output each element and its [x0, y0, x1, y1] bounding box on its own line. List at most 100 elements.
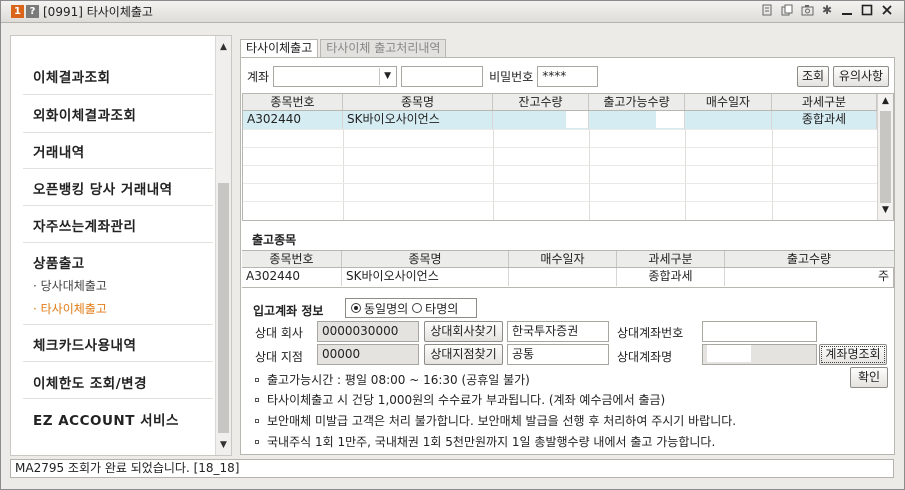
confirm-button[interactable]: 확인 — [850, 367, 888, 388]
row-line — [243, 129, 877, 130]
help-badge[interactable]: ? — [26, 5, 39, 18]
account-select[interactable]: ▼ — [273, 66, 398, 87]
divider — [23, 398, 213, 399]
bullet-icon — [255, 440, 259, 444]
app-window: 1 ? [0991] 타사이체출고 ✱ 이체결과조회 외화이체결과조회 거래내역… — [0, 0, 905, 490]
notice-button[interactable]: 유의사항 — [833, 66, 889, 87]
col-buy-date: 매수일자 — [509, 251, 617, 267]
col-tax: 과세구분 — [617, 251, 725, 267]
divider — [23, 168, 213, 169]
masked-value — [849, 268, 871, 285]
col-available: 출고가능수량 — [589, 94, 685, 110]
minimize-icon[interactable] — [840, 3, 854, 17]
sidebar-item-transfer-limit[interactable]: 이체한도 조회/변경 — [33, 372, 147, 392]
note-item: 출고가능시간 : 평일 08:00 ~ 16:30 (공휴일 불가) — [255, 371, 530, 388]
close-icon[interactable] — [880, 3, 894, 17]
firm-name-field: 한국투자증권 — [507, 321, 609, 342]
acct-no-input[interactable] — [702, 321, 817, 342]
table-row[interactable]: A302440 SK바이오사이언스 종합과세 — [243, 111, 877, 129]
radio-other-owner[interactable] — [412, 303, 423, 313]
sidebar-item-fx-transfer-result[interactable]: 외화이체결과조회 — [33, 104, 136, 124]
tab-panel: 계좌 ▼ 비밀번호 **** 조회 유의사항 종목번호 종목명 잔고수량 출고가… — [240, 57, 895, 455]
note-icon[interactable] — [760, 3, 774, 17]
divider — [23, 94, 213, 95]
find-branch-button[interactable]: 상대지점찾기 — [424, 344, 503, 365]
cell-code: A302440 — [242, 268, 342, 286]
table-header: 종목번호 종목명 잔고수량 출고가능수량 매수일자 과세구분 — [243, 94, 877, 111]
divider — [23, 205, 213, 206]
outgoing-qty-input[interactable]: 주 — [725, 268, 893, 286]
deposit-title: 입고계좌 정보 — [253, 304, 324, 318]
note-item: 타사이체출고 시 건당 1,000원의 수수료가 부과됩니다. (계좌 예수금에… — [255, 391, 665, 408]
sidebar-menu: 이체결과조회 외화이체결과조회 거래내역 오픈뱅킹 당사 거래내역 자주쓰는계좌… — [10, 35, 232, 456]
note-text: 국내주식 1회 1만주, 국내채권 1회 5천만원까지 1일 총발행수량 내에서… — [267, 435, 716, 449]
col-qty: 출고수량 — [786, 252, 832, 266]
note-text: 타사이체출고 시 건당 1,000원의 수수료가 부과됩니다. (계좌 예수금에… — [267, 393, 666, 407]
sidebar-item-favorite-accounts[interactable]: 자주쓰는계좌관리 — [33, 215, 136, 235]
col-balance: 잔고수량 — [493, 94, 589, 110]
sidebar-item-transactions[interactable]: 거래내역 — [33, 141, 85, 161]
qty-unit: 주 — [877, 269, 889, 283]
cell-balance — [493, 111, 589, 129]
cell-tax: 종합과세 — [772, 111, 877, 129]
bullet-icon — [255, 378, 259, 382]
copy-icon[interactable] — [780, 3, 794, 17]
sidebar-item-checkcard-usage[interactable]: 체크카드사용내역 — [33, 334, 136, 354]
col-code: 종목번호 — [243, 94, 343, 110]
firm-code-field: 0000030000 — [317, 321, 419, 342]
radio-same-owner-label: 동일명의 — [364, 301, 409, 316]
maximize-icon[interactable] — [860, 3, 874, 17]
sidebar-item-transfer-result[interactable]: 이체결과조회 — [33, 66, 111, 86]
row-line — [243, 147, 877, 148]
cell-available — [589, 111, 685, 129]
radio-same-owner[interactable] — [351, 303, 361, 313]
holdings-table: 종목번호 종목명 잔고수량 출고가능수량 매수일자 과세구분 A302440 S… — [242, 93, 894, 221]
branch-label: 상대 지점 — [255, 350, 303, 364]
query-button[interactable]: 조회 — [797, 66, 829, 87]
sidebar-item-openbanking[interactable]: 오픈뱅킹 당사 거래내역 — [33, 178, 173, 198]
lookup-acct-name-button[interactable]: 계좌명조회 — [819, 344, 887, 365]
cell-code: A302440 — [243, 111, 343, 129]
divider — [23, 324, 213, 325]
scrollbar-thumb[interactable] — [218, 183, 229, 433]
divider — [23, 361, 213, 362]
password-field[interactable]: **** — [537, 66, 599, 87]
gear-icon[interactable]: ✱ — [820, 3, 834, 17]
password-label: 비밀번호 — [489, 70, 534, 84]
tab-transfer-history[interactable]: 타사이체 출고처리내역 — [320, 39, 447, 57]
chevron-down-icon[interactable]: ▼ — [379, 68, 395, 85]
cell-tax: 종합과세 — [617, 268, 725, 286]
find-firm-button[interactable]: 상대회사찾기 — [424, 321, 503, 342]
outgoing-title: 출고종목 — [252, 233, 297, 247]
scrollbar-thumb[interactable] — [880, 111, 891, 203]
bullet-icon — [255, 419, 259, 423]
sidebar-item-ez-account[interactable]: EZ ACCOUNT 서비스 — [33, 409, 179, 429]
cell-name: SK바이오사이언스 — [342, 268, 509, 286]
outgoing-table: 종목번호 종목명 매수일자 과세구분 출고수량 A302440 SK바이오사이언… — [242, 250, 894, 288]
sidebar-subitem-internal-transfer[interactable]: · 당사대체출고 — [33, 277, 107, 294]
table-row: A302440 SK바이오사이언스 종합과세 주 — [242, 268, 894, 286]
scroll-down-icon[interactable]: ▼ — [216, 438, 231, 452]
scroll-up-icon[interactable]: ▲ — [878, 96, 893, 106]
tab-bar: 타사이체출고 타사이체 출고처리내역 — [240, 39, 448, 57]
title-bar: 1 ? [0991] 타사이체출고 ✱ — [1, 1, 904, 23]
col-tax: 과세구분 — [772, 94, 877, 110]
row-line — [243, 201, 877, 202]
sidebar-scrollbar[interactable]: ▲ ▼ — [215, 36, 231, 455]
scroll-up-icon[interactable]: ▲ — [216, 40, 231, 54]
radio-other-owner-label: 타명의 — [425, 301, 459, 316]
masked-value — [656, 111, 684, 128]
sidebar-subitem-external-transfer[interactable]: · 타사이체출고 — [33, 300, 107, 317]
row-line — [243, 183, 877, 184]
tab-external-transfer[interactable]: 타사이체출고 — [240, 39, 319, 57]
scroll-down-icon[interactable]: ▼ — [878, 205, 893, 215]
account-label: 계좌 — [247, 70, 270, 84]
note-item: 보안매체 미발급 고객은 처리 불가합니다. 보안매체 발급을 선행 후 처리하… — [255, 412, 736, 429]
branch-name-field: 공통 — [507, 344, 609, 365]
camera-icon[interactable] — [800, 3, 814, 17]
cell-name: SK바이오사이언스 — [343, 111, 493, 129]
bullet-icon — [255, 398, 259, 402]
sidebar-item-product-outgoing[interactable]: 상품출고 — [33, 252, 85, 272]
masked-value — [566, 111, 588, 128]
table-scrollbar[interactable]: ▲ ▼ — [877, 94, 893, 220]
